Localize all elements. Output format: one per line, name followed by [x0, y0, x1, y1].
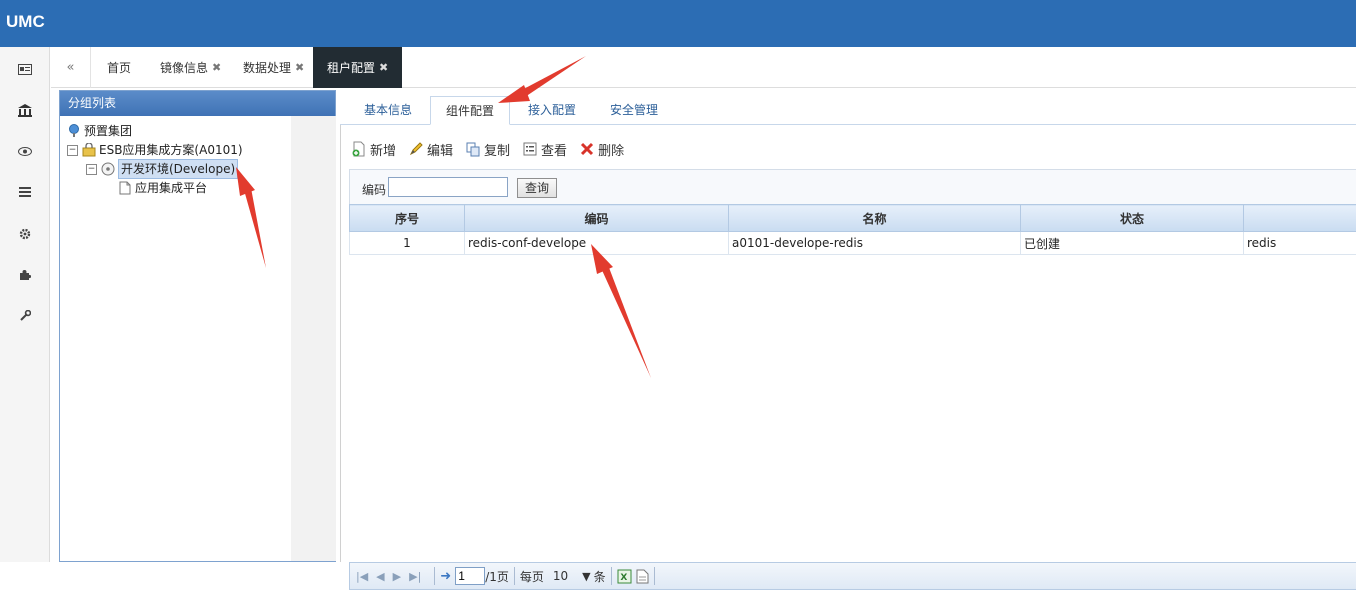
eye-icon[interactable] — [15, 141, 35, 161]
left-nav — [0, 47, 50, 562]
main-panel: 基本信息 组件配置 接入配置 安全管理 新增 编辑 复制 — [340, 88, 1356, 562]
go-arrow-icon[interactable]: ➜ — [440, 569, 451, 584]
subtab-access-config[interactable]: 接入配置 — [512, 96, 592, 125]
tab-label: 租户配置 — [327, 59, 375, 76]
tab-label: 镜像信息 — [160, 59, 208, 76]
pager-divider — [514, 567, 515, 585]
group-list-panel: 分组列表 预置集团 − ESB应用集成方案(A0101) − 开发环境(Deve… — [59, 90, 336, 562]
pager-divider — [434, 567, 435, 585]
delete-button[interactable]: 删除 — [579, 140, 624, 159]
id-card-icon[interactable] — [15, 59, 35, 79]
close-icon[interactable]: ✖ — [295, 61, 304, 74]
add-button[interactable]: 新增 — [351, 140, 396, 159]
table-cell: redis — [1244, 232, 1356, 255]
view-button[interactable]: 查看 — [522, 140, 567, 159]
group-panel-scrollbar[interactable] — [291, 116, 336, 561]
code-search-input[interactable] — [388, 177, 508, 197]
add-icon — [351, 141, 367, 157]
search-label: 编码 — [362, 181, 386, 198]
tab-label: 首页 — [107, 59, 131, 76]
subtab-security[interactable]: 安全管理 — [594, 96, 674, 125]
tab-label: 数据处理 — [243, 59, 291, 76]
subtab-basic-info[interactable]: 基本信息 — [348, 96, 428, 125]
component-grid: 序号 编码 名称 状态 类 1 redis-conf-develope a010… — [349, 204, 1356, 255]
close-icon[interactable]: ✖ — [379, 61, 388, 74]
query-button[interactable]: 查询 — [517, 178, 557, 198]
wrench-icon[interactable] — [15, 306, 35, 326]
tree-node-scheme[interactable]: − ESB应用集成方案(A0101) — [67, 141, 243, 159]
excel-export-icon[interactable]: X — [617, 569, 632, 584]
page-size-select[interactable]: 10 ▼ — [547, 569, 591, 583]
tab-scroll-left-button[interactable]: « — [51, 47, 91, 88]
tree-node-platform[interactable]: 应用集成平台 — [118, 179, 207, 197]
tabs-bar: « 首页 镜像信息 ✖ 数据处理 ✖ 租户配置 ✖ — [51, 47, 1356, 88]
pencil-icon — [408, 141, 424, 157]
copy-icon — [465, 141, 481, 157]
globe-pin-icon — [67, 124, 81, 138]
group-tree: 预置集团 − ESB应用集成方案(A0101) − 开发环境(Develope)… — [60, 116, 291, 561]
column-header[interactable]: 类 — [1244, 205, 1356, 232]
sub-tabs: 基本信息 组件配置 接入配置 安全管理 — [340, 88, 1356, 125]
table-row[interactable]: 1 redis-conf-develope a0101-develope-red… — [350, 232, 1356, 255]
delete-x-icon — [579, 141, 595, 157]
list-view-icon — [522, 141, 538, 157]
tab-tenant-config[interactable]: 租户配置 ✖ — [313, 47, 402, 88]
page-number-input[interactable] — [455, 567, 485, 585]
gear-icon[interactable] — [15, 224, 35, 244]
toolbar: 新增 编辑 复制 查看 — [351, 139, 636, 159]
document-export-icon[interactable] — [636, 569, 649, 584]
bank-icon[interactable] — [15, 100, 35, 120]
column-header[interactable]: 状态 — [1021, 205, 1244, 232]
tree-node-root[interactable]: 预置集团 — [67, 122, 132, 140]
subtab-component-config[interactable]: 组件配置 — [430, 96, 510, 125]
top-bar: UMC — [0, 0, 1356, 47]
collapse-icon[interactable]: − — [86, 164, 97, 175]
last-page-icon[interactable]: ▶| — [409, 570, 421, 583]
tree-node-env[interactable]: − 开发环境(Develope) — [86, 160, 238, 178]
tab-data-processing[interactable]: 数据处理 ✖ — [229, 47, 318, 88]
app-logo: UMC — [6, 12, 45, 32]
tab-home[interactable]: 首页 — [93, 47, 145, 88]
edit-button[interactable]: 编辑 — [408, 140, 453, 159]
first-page-icon[interactable]: |◀ — [356, 570, 368, 583]
chevron-down-icon: ▼ — [582, 570, 590, 583]
disc-icon — [101, 162, 115, 176]
table-cell: 已创建 — [1021, 232, 1244, 255]
selected-node-label: 开发环境(Develope) — [118, 159, 238, 179]
unit-label: 条 — [594, 568, 606, 585]
column-header[interactable]: 序号 — [350, 205, 465, 232]
table-cell: 1 — [350, 232, 465, 255]
component-table: 序号 编码 名称 状态 类 1 redis-conf-develope a010… — [349, 204, 1356, 255]
folder-lock-icon — [82, 143, 96, 157]
pager: |◀ ◀ ▶ ▶| ➜ /1页 每页 10 ▼ 条 X — [349, 562, 1356, 590]
table-cell: redis-conf-develope — [465, 232, 729, 255]
collapse-icon[interactable]: − — [67, 145, 78, 156]
copy-button[interactable]: 复制 — [465, 140, 510, 159]
component-config-content: 新增 编辑 复制 查看 — [340, 125, 1356, 562]
close-icon[interactable]: ✖ — [212, 61, 221, 74]
puzzle-icon[interactable] — [15, 265, 35, 285]
prev-page-icon[interactable]: ◀ — [376, 570, 384, 583]
search-bar: 编码 查询 — [349, 169, 1356, 206]
table-header-row: 序号 编码 名称 状态 类 — [350, 205, 1356, 232]
per-page-label: 每页 — [520, 568, 544, 585]
svg-text:X: X — [620, 573, 627, 583]
double-chevron-left-icon: « — [67, 60, 75, 75]
document-icon — [118, 181, 132, 195]
pager-divider — [654, 567, 655, 585]
table-cell: a0101-develope-redis — [729, 232, 1021, 255]
list-icon[interactable] — [15, 182, 35, 202]
next-page-icon[interactable]: ▶ — [393, 570, 401, 583]
total-pages-text: /1页 — [485, 568, 509, 585]
pager-divider — [611, 567, 612, 585]
tab-image-info[interactable]: 镜像信息 ✖ — [146, 47, 235, 88]
column-header[interactable]: 编码 — [465, 205, 729, 232]
group-list-title: 分组列表 — [60, 91, 335, 116]
column-header[interactable]: 名称 — [729, 205, 1021, 232]
